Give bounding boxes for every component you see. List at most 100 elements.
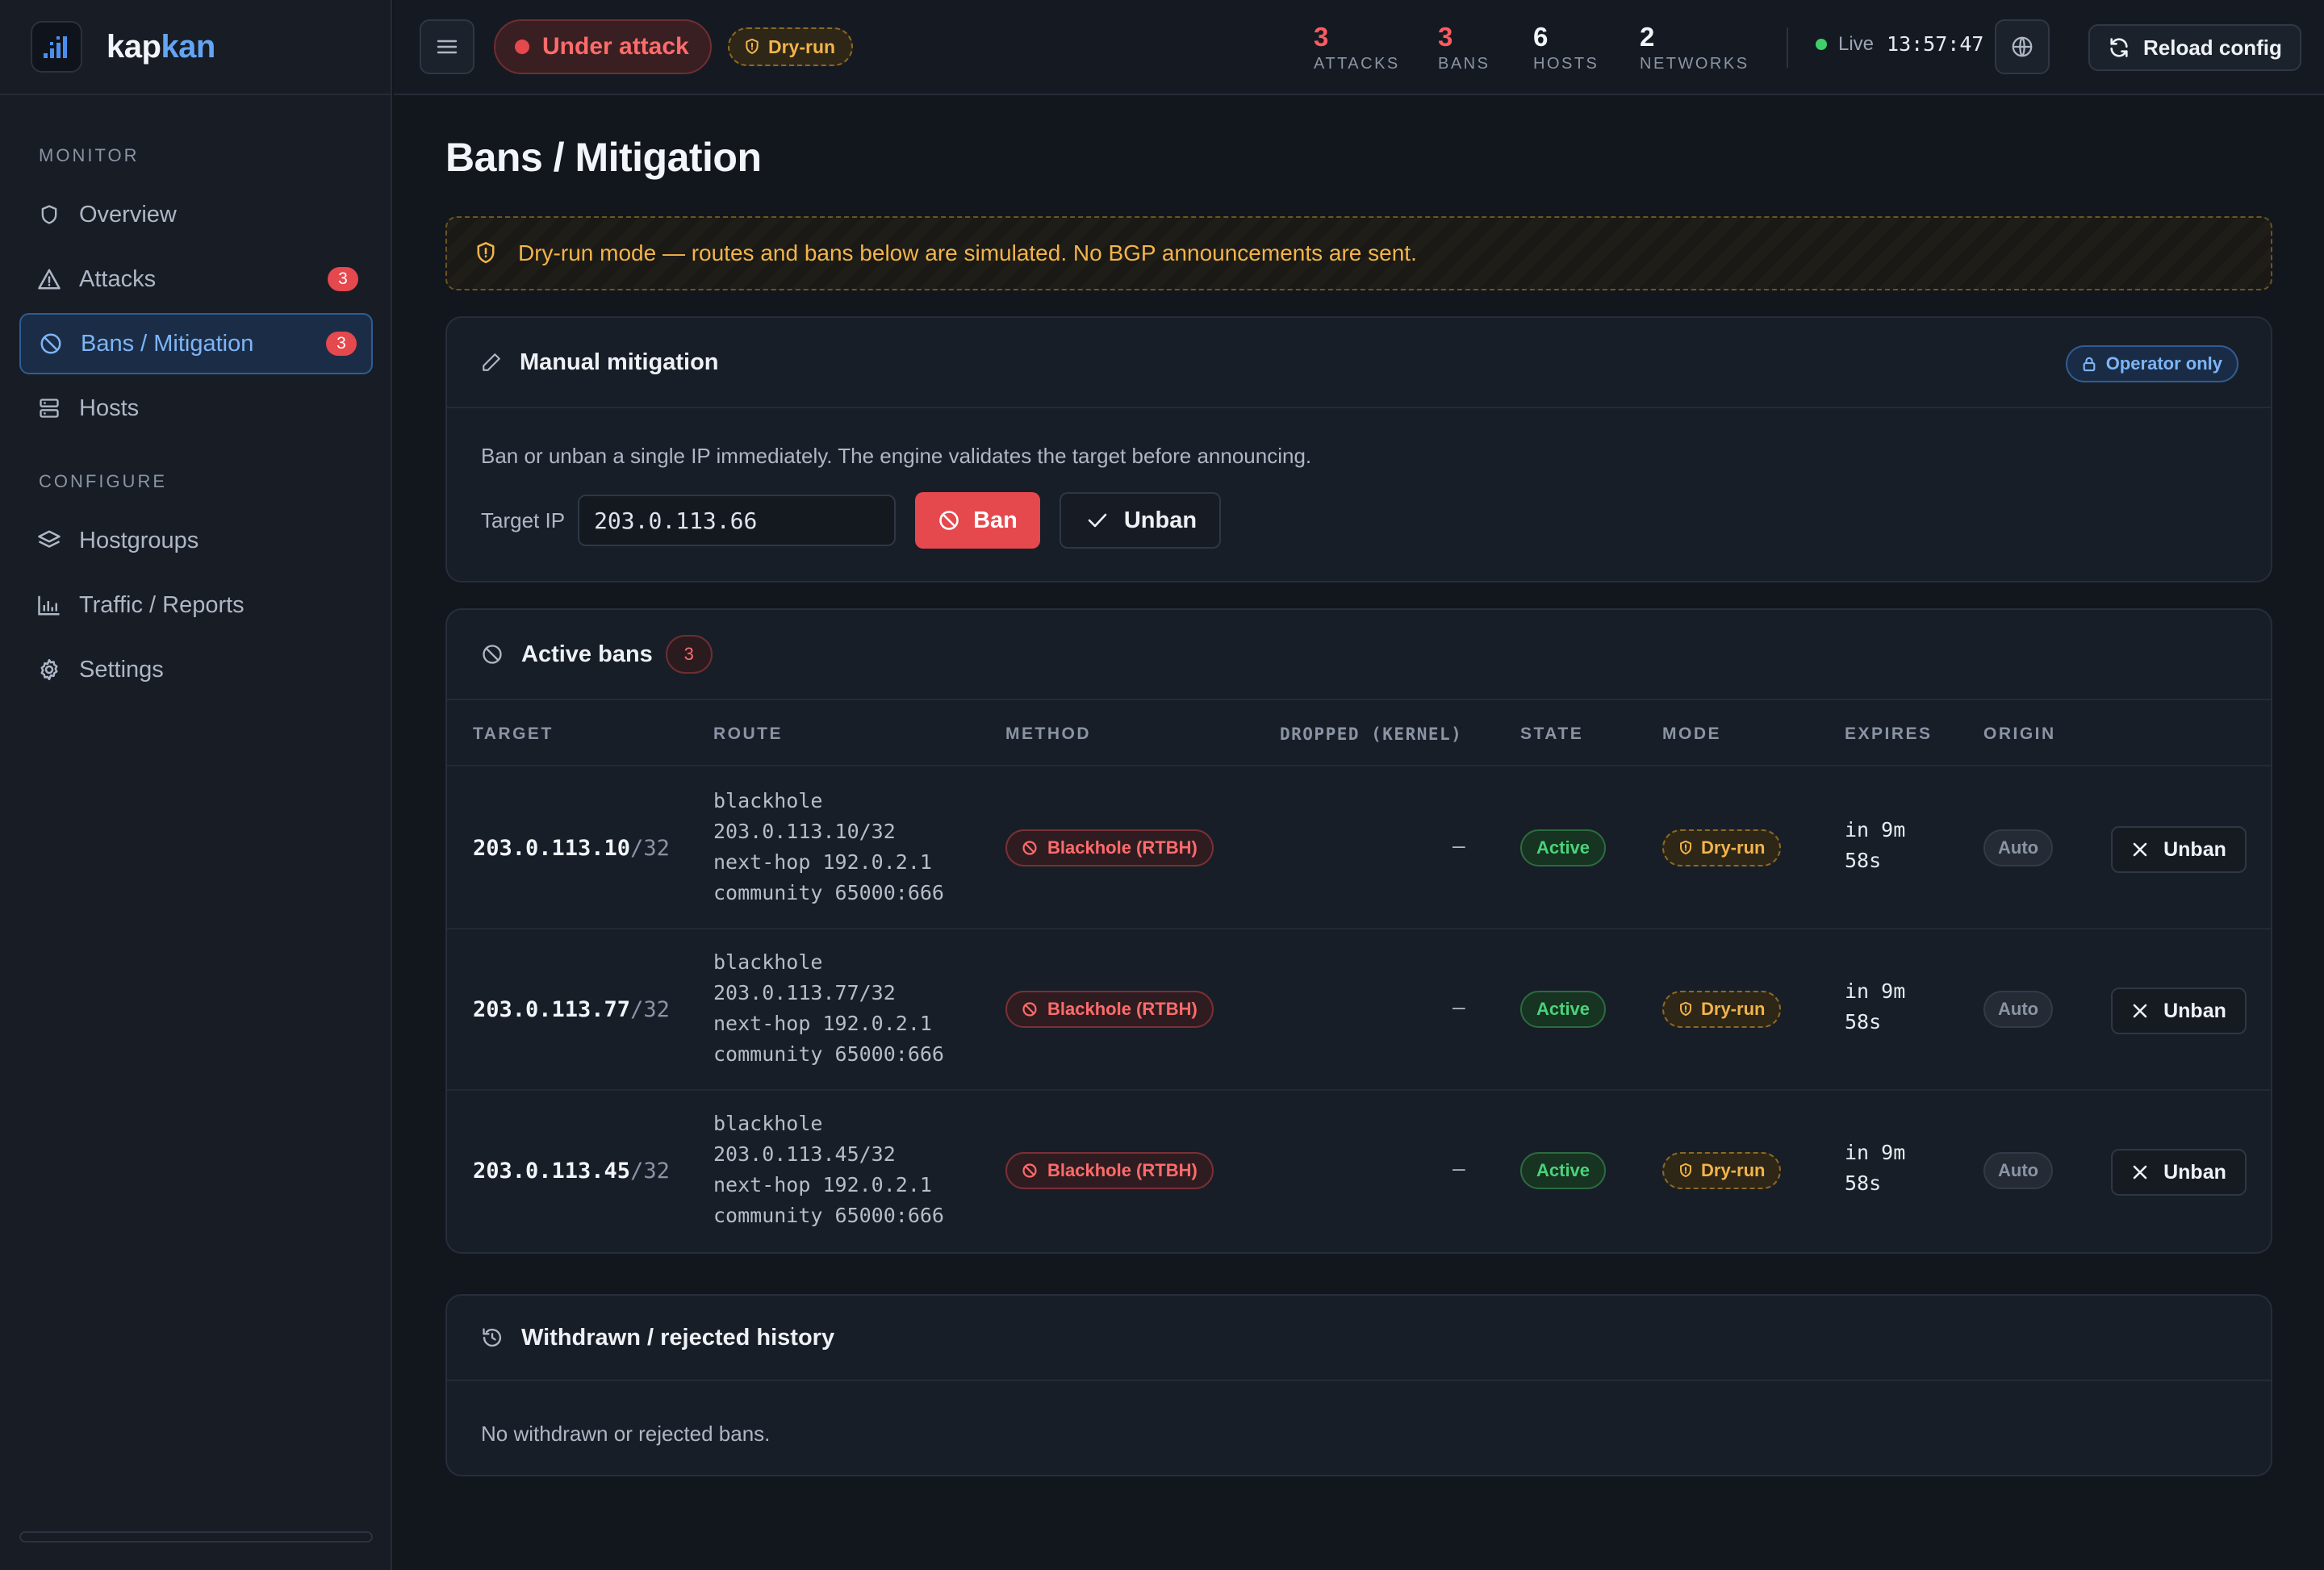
dropped-value: — <box>1452 996 1465 1020</box>
reload-config-label: Reload config <box>2143 35 2282 60</box>
ban-route: blackhole 203.0.113.77/32 next-hop 192.0… <box>713 950 944 1066</box>
stat-bans[interactable]: 3 BANS <box>1438 23 1490 73</box>
target-prefix: /32 <box>630 836 670 861</box>
dry-run-badge: Dry-run <box>728 27 854 66</box>
column-header-state[interactable]: STATE <box>1520 724 1583 744</box>
stat-value: 2 <box>1640 22 1655 52</box>
row-unban-label: Unban <box>2163 1160 2226 1184</box>
ban-button[interactable]: Ban <box>915 492 1040 549</box>
card-header: Manual mitigation <box>447 318 2271 408</box>
stat-label: NETWORKS <box>1640 55 1749 73</box>
column-header-mode[interactable]: MODE <box>1662 724 1721 744</box>
state-badge: Active <box>1520 829 1607 866</box>
live-label: Live <box>1838 32 1875 55</box>
dry-run-banner: Dry-run mode — routes and bans below are… <box>445 216 2272 290</box>
target-ip-input[interactable]: 203.0.113.66 <box>578 495 897 546</box>
table-row: 203.0.113.77/32 blackhole 203.0.113.77/3… <box>447 929 2271 1091</box>
banner-text: Dry-run mode — routes and bans below are… <box>518 240 1417 265</box>
ban-icon <box>938 509 973 532</box>
unban-button[interactable]: Unban <box>1059 492 1222 549</box>
sidebar-item-label: Bans / Mitigation <box>81 330 254 357</box>
ban-icon <box>1022 840 1047 856</box>
shield-alert-icon <box>1678 1163 1701 1179</box>
active-bans-card: Active bans 3 TARGET ROUTE METHOD DROPPE… <box>445 608 2272 1254</box>
sidebar-item-settings[interactable]: Settings <box>19 639 373 700</box>
sidebar-item-label: Overview <box>79 201 177 228</box>
card-title: Withdrawn / rejected history <box>521 1324 835 1351</box>
ban-route: blackhole 203.0.113.10/32 next-hop 192.0… <box>713 789 944 904</box>
bans-count-badge: 3 <box>326 332 357 356</box>
method-label: Blackhole (RTBH) <box>1047 837 1198 858</box>
row-unban-label: Unban <box>2163 837 2226 861</box>
mode-label: Dry-run <box>1701 837 1766 858</box>
stat-attacks[interactable]: 3 ATTACKS <box>1314 23 1400 73</box>
gear-icon <box>36 656 63 683</box>
row-unban-button[interactable]: Unban <box>2111 988 2247 1034</box>
row-unban-button[interactable]: Unban <box>2111 1149 2247 1196</box>
sidebar-item-traffic-reports[interactable]: Traffic / Reports <box>19 574 373 636</box>
stat-networks[interactable]: 2 NETWORKS <box>1640 23 1749 73</box>
stat-value: 6 <box>1533 22 1549 52</box>
topbar: Under attack Dry-run 3 ATTACKS 3 BANS 6 … <box>394 0 2324 95</box>
close-icon <box>2131 841 2163 858</box>
table-header: TARGET ROUTE METHOD DROPPED (KERNEL) STA… <box>447 700 2271 766</box>
target-prefix: /32 <box>630 997 670 1022</box>
shield-icon <box>36 201 63 228</box>
sidebar-item-overview[interactable]: Overview <box>19 184 373 245</box>
history-empty-text: No withdrawn or rejected bans. <box>481 1422 771 1446</box>
origin-badge: Auto <box>1983 829 2054 866</box>
check-icon <box>1087 512 1124 529</box>
table-row: 203.0.113.10/32 blackhole 203.0.113.10/3… <box>447 768 2271 929</box>
under-attack-status[interactable]: Under attack <box>494 19 712 74</box>
sidebar-scrollbar[interactable] <box>19 1531 373 1543</box>
ban-route: blackhole 203.0.113.45/32 next-hop 192.0… <box>713 1112 944 1227</box>
logo-icon[interactable] <box>31 21 82 73</box>
ban-label: Ban <box>973 507 1018 533</box>
sidebar-item-bans-mitigation[interactable]: Bans / Mitigation 3 <box>19 313 373 374</box>
close-icon <box>2131 1002 2163 1020</box>
manual-description: Ban or unban a single IP immediately. Th… <box>481 444 1312 468</box>
mode-label: Dry-run <box>1701 1160 1766 1180</box>
language-button[interactable] <box>1995 19 2050 74</box>
stat-value: 3 <box>1438 22 1453 52</box>
sidebar-item-attacks[interactable]: Attacks 3 <box>19 248 373 310</box>
table-row: 203.0.113.45/32 blackhole 203.0.113.45/3… <box>447 1091 2271 1252</box>
column-header-route[interactable]: ROUTE <box>713 724 783 744</box>
status-label: Under attack <box>542 33 689 60</box>
status-dot-icon <box>515 40 529 54</box>
globe-icon <box>2010 35 2034 59</box>
target-ip: 203.0.113.10 <box>473 836 631 861</box>
ban-target: 203.0.113.10/32 <box>473 836 670 861</box>
target-ip: 203.0.113.77 <box>473 997 631 1022</box>
sidebar-item-hosts[interactable]: Hosts <box>19 378 373 439</box>
sidebar-item-label: Traffic / Reports <box>79 591 245 618</box>
brand-name-accent: kan <box>161 28 215 65</box>
origin-badge: Auto <box>1983 1152 2054 1189</box>
row-unban-button[interactable]: Unban <box>2111 826 2247 873</box>
ban-icon <box>481 643 521 666</box>
sidebar-item-label: Hosts <box>79 395 140 421</box>
warning-icon <box>36 265 63 293</box>
column-header-target[interactable]: TARGET <box>473 724 554 744</box>
column-header-expires[interactable]: EXPIRES <box>1845 724 1933 744</box>
expires-value: in 9m 58s <box>1845 818 1906 872</box>
state-badge: Active <box>1520 991 1607 1028</box>
target-ip: 203.0.113.45 <box>473 1159 631 1184</box>
history-card: Withdrawn / rejected history No withdraw… <box>445 1294 2272 1476</box>
menu-button[interactable] <box>420 19 474 74</box>
sidebar-item-label: Hostgroups <box>79 527 199 553</box>
stat-hosts[interactable]: 6 HOSTS <box>1533 23 1599 73</box>
reload-config-button[interactable]: Reload config <box>2088 24 2301 71</box>
operator-only-label: Operator only <box>2105 353 2222 374</box>
shield-alert-icon <box>474 241 518 265</box>
column-header-method[interactable]: METHOD <box>1005 724 1091 744</box>
page-title: Bans / Mitigation <box>445 135 762 180</box>
manual-form: Target IP 203.0.113.66 Ban Unban <box>481 492 1222 549</box>
column-header-dropped[interactable]: DROPPED (KERNEL) <box>1280 724 1462 744</box>
shield-alert-icon <box>1678 840 1701 856</box>
menu-icon <box>436 38 458 56</box>
sidebar-item-hostgroups[interactable]: Hostgroups <box>19 510 373 571</box>
column-header-origin[interactable]: ORIGIN <box>1983 724 2056 744</box>
layers-icon <box>36 527 63 554</box>
method-label: Blackhole (RTBH) <box>1047 1160 1198 1180</box>
